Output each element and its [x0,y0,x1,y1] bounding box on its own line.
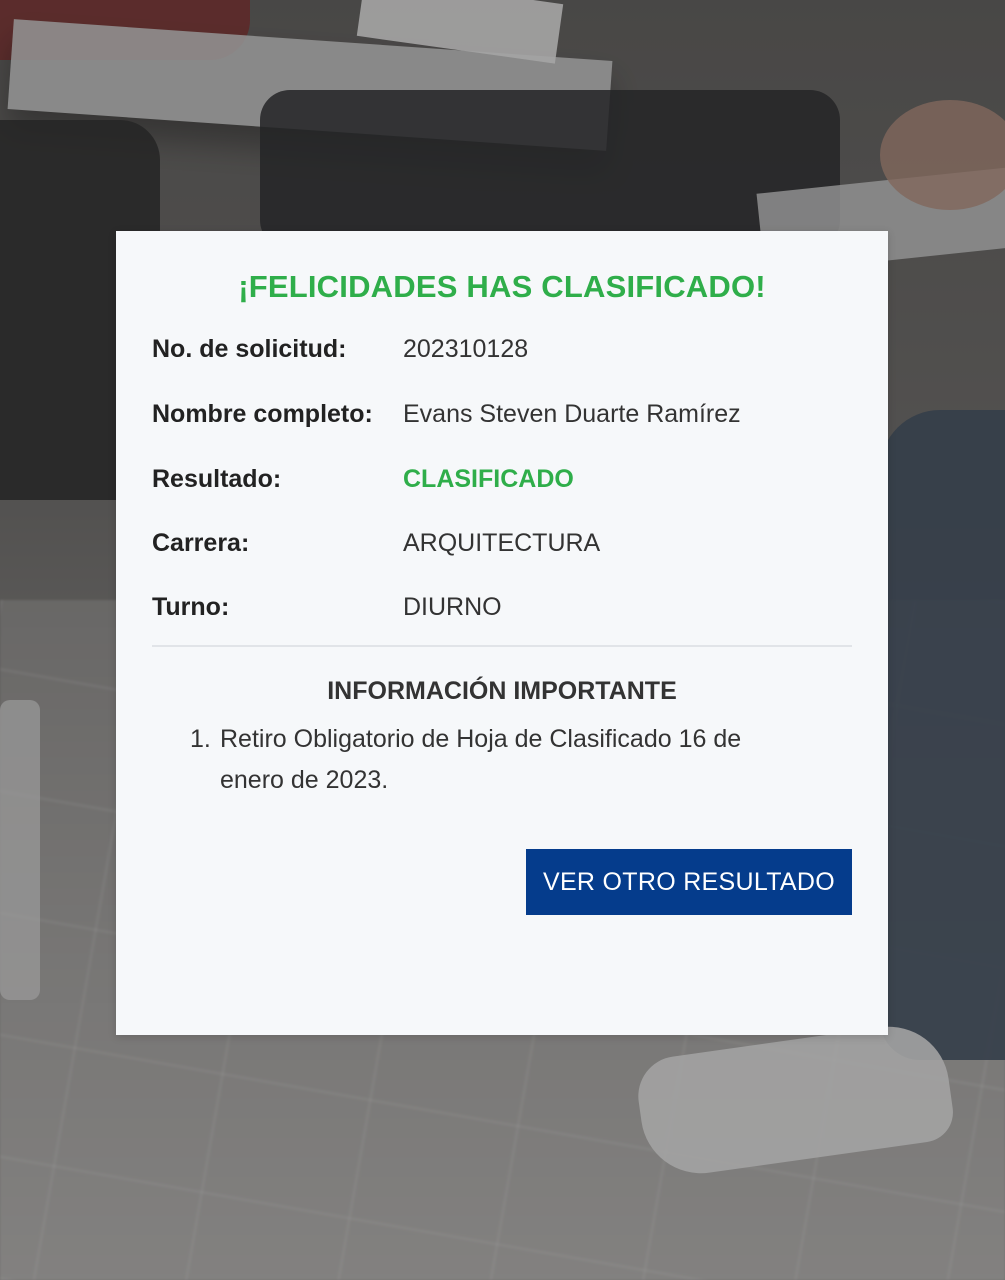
list-item-number: 1. [190,725,211,753]
info-label: Turno: [152,593,230,621]
info-row-career: Carrera: ARQUITECTURA [152,523,852,564]
info-row-full-name: Nombre completo: Evans Steven Duarte Ram… [152,394,852,435]
info-label: Resultado: [152,465,282,493]
info-label: Nombre completo: [152,400,373,428]
request-number-value: 202310128 [403,335,529,363]
result-status-value: CLASIFICADO [403,465,574,493]
result-title: ¡FELICIDADES HAS CLASIFICADO! [238,269,766,304]
list-item-text: Retiro Obligatorio de Hoja de Clasificad… [220,725,742,794]
info-label: No. de solicitud: [152,335,347,363]
info-label: Carrera: [152,529,250,557]
career-value: ARQUITECTURA [403,529,601,557]
info-row-result: Resultado: CLASIFICADO [152,459,852,500]
divider [152,645,852,647]
view-another-result-button[interactable]: VER OTRO RESULTADO [526,849,852,915]
important-info-heading: INFORMACIÓN IMPORTANTE [327,677,677,705]
important-info-list: 1. Retiro Obligatorio de Hoja de Clasifi… [152,719,852,801]
shift-value: DIURNO [403,593,502,621]
info-row-request-number: No. de solicitud: 202310128 [152,329,852,370]
info-row-shift: Turno: DIURNO [152,587,852,628]
list-item: 1. Retiro Obligatorio de Hoja de Clasifi… [190,719,852,801]
full-name-value: Evans Steven Duarte Ramírez [403,400,741,428]
result-card: ¡FELICIDADES HAS CLASIFICADO! No. de sol… [116,231,888,1035]
actions: VER OTRO RESULTADO [152,849,852,915]
